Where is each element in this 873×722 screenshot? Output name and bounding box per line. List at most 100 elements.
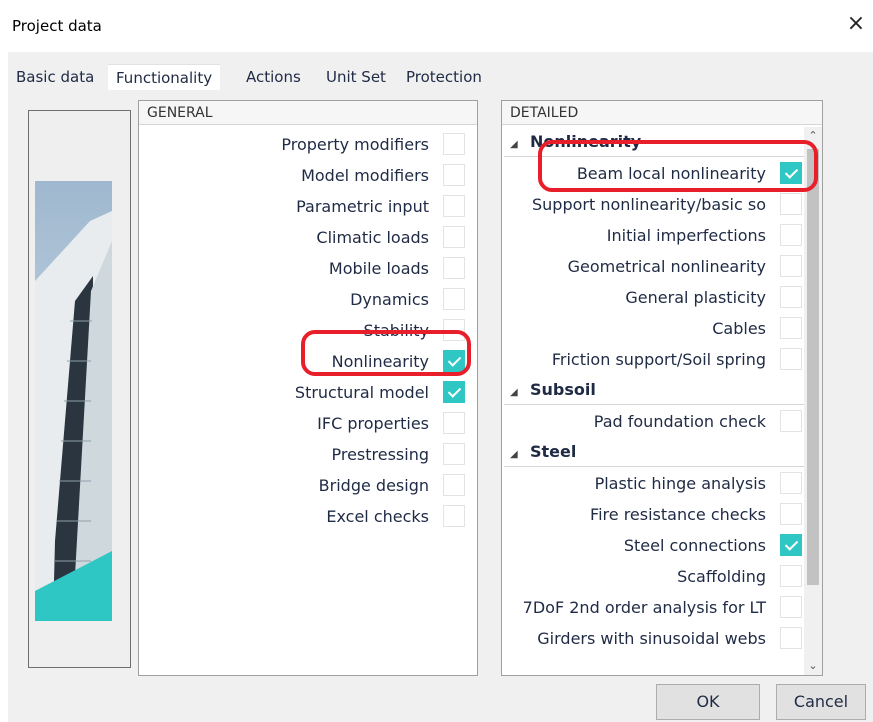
detailed-item-label: General plasticity <box>625 288 766 307</box>
friction-support-checkbox[interactable] <box>780 348 802 370</box>
general-item: Model modifiers <box>139 160 477 191</box>
detailed-item: Initial imperfections <box>504 220 816 251</box>
mobile-loads-checkbox[interactable] <box>443 257 465 279</box>
detailed-item: Pad foundation check <box>504 406 816 437</box>
general-item-label: Climatic loads <box>316 228 429 247</box>
collapse-triangle-icon[interactable]: ◢ <box>510 378 524 408</box>
property-modifiers-checkbox[interactable] <box>443 133 465 155</box>
general-item-label: Mobile loads <box>328 259 429 278</box>
support-nonlinearity-checkbox[interactable] <box>780 193 802 215</box>
beam-local-nonlinearity-checkbox[interactable] <box>780 162 802 184</box>
general-item: Parametric input <box>139 191 477 222</box>
general-item: IFC properties <box>139 408 477 439</box>
general-item: Dynamics <box>139 284 477 315</box>
general-item-label: Dynamics <box>350 290 429 309</box>
detailed-item-label: 7DoF 2nd order analysis for LT <box>522 598 766 617</box>
detailed-item: Steel connections <box>504 530 816 561</box>
detailed-item: Fire resistance checks <box>504 499 816 530</box>
cables-checkbox[interactable] <box>780 317 802 339</box>
general-item: Excel checks <box>139 501 477 532</box>
general-item-label: Prestressing <box>331 445 429 464</box>
plastic-hinge-analysis-checkbox[interactable] <box>780 472 802 494</box>
tab-unit-set[interactable]: Unit Set <box>318 64 394 90</box>
ifc-properties-checkbox[interactable] <box>443 412 465 434</box>
detailed-item-label: Cables <box>712 319 766 338</box>
detailed-item-label: Scaffolding <box>677 567 766 586</box>
functionality-page: GENERAL Property modifiers Model modifie… <box>8 90 873 690</box>
bridge-design-checkbox[interactable] <box>443 474 465 496</box>
scroll-up-icon[interactable]: ⌃ <box>804 127 822 145</box>
excel-checks-checkbox[interactable] <box>443 505 465 527</box>
general-item: Mobile loads <box>139 253 477 284</box>
general-item: Structural model <box>139 377 477 408</box>
group-title: Nonlinearity <box>530 132 642 151</box>
fire-resistance-checks-checkbox[interactable] <box>780 503 802 525</box>
general-item: Stability <box>139 315 477 346</box>
group-steel[interactable]: ◢ Steel <box>504 437 816 467</box>
initial-imperfections-checkbox[interactable] <box>780 224 802 246</box>
detailed-item: Beam local nonlinearity <box>504 158 816 189</box>
illustration-frame <box>28 110 131 668</box>
detailed-panel: DETAILED ◢ Nonlinearity Beam local nonlin… <box>501 100 823 676</box>
detailed-item: Plastic hinge analysis <box>504 468 816 499</box>
building-photo <box>35 181 112 621</box>
general-plasticity-checkbox[interactable] <box>780 286 802 308</box>
scroll-thumb[interactable] <box>807 149 819 585</box>
detailed-item: Geometrical nonlinearity <box>504 251 816 282</box>
ok-button[interactable]: OK <box>656 684 760 720</box>
general-item: Property modifiers <box>139 129 477 160</box>
detailed-item-label: Steel connections <box>623 536 766 555</box>
detailed-item: Cables <box>504 313 816 344</box>
general-panel: GENERAL Property modifiers Model modifie… <box>138 100 478 676</box>
tab-basic-data[interactable]: Basic data <box>8 64 102 90</box>
scroll-down-icon[interactable]: ⌄ <box>804 657 822 675</box>
tab-functionality[interactable]: Functionality <box>108 64 221 90</box>
stability-checkbox[interactable] <box>443 319 465 341</box>
climatic-loads-checkbox[interactable] <box>443 226 465 248</box>
detailed-item: 7DoF 2nd order analysis for LT <box>504 592 816 623</box>
dynamics-checkbox[interactable] <box>443 288 465 310</box>
model-modifiers-checkbox[interactable] <box>443 164 465 186</box>
detailed-item-label: Fire resistance checks <box>590 505 766 524</box>
detailed-item-label: Plastic hinge analysis <box>594 474 766 493</box>
group-subsoil[interactable]: ◢ Subsoil <box>504 375 816 405</box>
parametric-input-checkbox[interactable] <box>443 195 465 217</box>
detailed-item-label: Geometrical nonlinearity <box>567 257 766 276</box>
detailed-item-label: Support nonlinearity/basic so <box>532 195 766 214</box>
general-item-label: Model modifiers <box>301 166 429 185</box>
general-item: Prestressing <box>139 439 477 470</box>
dialog-title: Project data <box>12 17 102 35</box>
structural-model-checkbox[interactable] <box>443 381 465 403</box>
general-item-label: Bridge design <box>318 476 429 495</box>
detailed-item-label: Girders with sinusoidal webs <box>537 629 766 648</box>
group-title: Subsoil <box>530 380 596 399</box>
detailed-item-label: Pad foundation check <box>593 412 766 431</box>
7dof-analysis-checkbox[interactable] <box>780 596 802 618</box>
sinusoidal-webs-checkbox[interactable] <box>780 627 802 649</box>
group-title: Steel <box>530 442 577 461</box>
tab-protection[interactable]: Protection <box>398 64 490 90</box>
detailed-scrollbar[interactable]: ⌃ ⌄ <box>804 127 822 675</box>
detailed-item-label: Beam local nonlinearity <box>576 164 766 183</box>
group-nonlinearity[interactable]: ◢ Nonlinearity <box>504 127 816 157</box>
prestressing-checkbox[interactable] <box>443 443 465 465</box>
collapse-triangle-icon[interactable]: ◢ <box>510 130 524 160</box>
dialog-body: Basic data Functionality Actions Unit Se… <box>8 52 873 722</box>
nonlinearity-checkbox[interactable] <box>443 350 465 372</box>
general-item-label: Parametric input <box>296 197 429 216</box>
general-header: GENERAL <box>139 101 477 125</box>
geometrical-nonlinearity-checkbox[interactable] <box>780 255 802 277</box>
scaffolding-checkbox[interactable] <box>780 565 802 587</box>
pad-foundation-check-checkbox[interactable] <box>780 410 802 432</box>
collapse-triangle-icon[interactable]: ◢ <box>510 440 524 470</box>
tab-actions[interactable]: Actions <box>238 64 309 90</box>
detailed-item: Friction support/Soil spring <box>504 344 816 375</box>
steel-connections-checkbox[interactable] <box>780 534 802 556</box>
detailed-item: Scaffolding <box>504 561 816 592</box>
cancel-button[interactable]: Cancel <box>776 684 866 720</box>
general-item: Climatic loads <box>139 222 477 253</box>
general-item-label: Nonlinearity <box>331 352 429 371</box>
close-icon[interactable]: × <box>844 12 868 36</box>
detailed-item: Girders with sinusoidal webs <box>504 623 816 654</box>
detailed-item-label: Initial imperfections <box>606 226 766 245</box>
